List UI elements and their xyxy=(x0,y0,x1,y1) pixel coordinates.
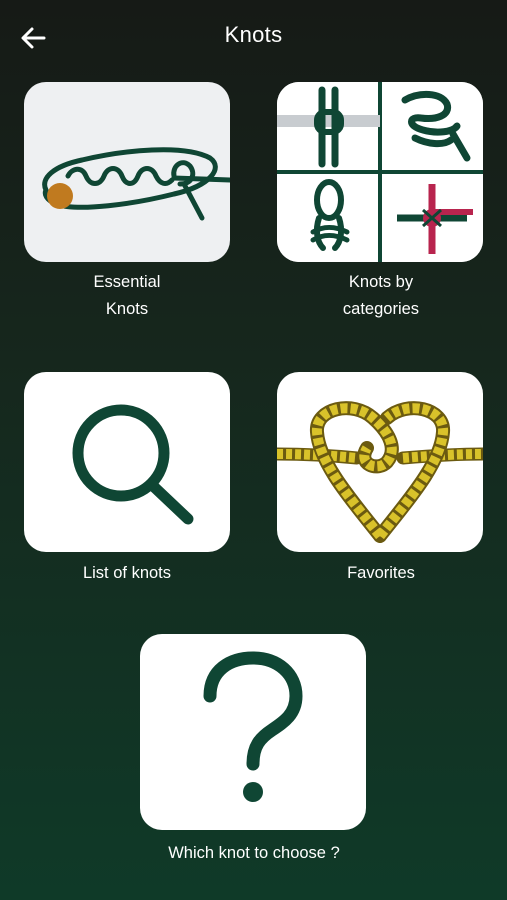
page-title: Knots xyxy=(224,22,283,47)
essential-knots-tile[interactable] xyxy=(24,82,230,262)
essential-knots-label: Essential Knots xyxy=(93,273,161,318)
list-of-knots-label: List of knots xyxy=(82,564,172,582)
search-icon xyxy=(72,404,194,525)
rope-heart-icon xyxy=(277,401,483,543)
knot-diagram-icon xyxy=(42,147,230,221)
which-knot-tile[interactable] xyxy=(140,634,366,830)
categories-label: Knots by categories xyxy=(342,273,420,318)
app-header: Knots xyxy=(0,0,507,74)
favorites-tile[interactable] xyxy=(277,372,483,552)
which-knot-label: Which knot to choose ? xyxy=(168,844,340,862)
favorites-label: Favorites xyxy=(347,564,415,582)
category-grid-icon xyxy=(277,82,483,262)
list-of-knots-tile[interactable] xyxy=(24,372,230,552)
question-mark-icon xyxy=(203,651,303,802)
categories-tile[interactable] xyxy=(277,82,483,262)
